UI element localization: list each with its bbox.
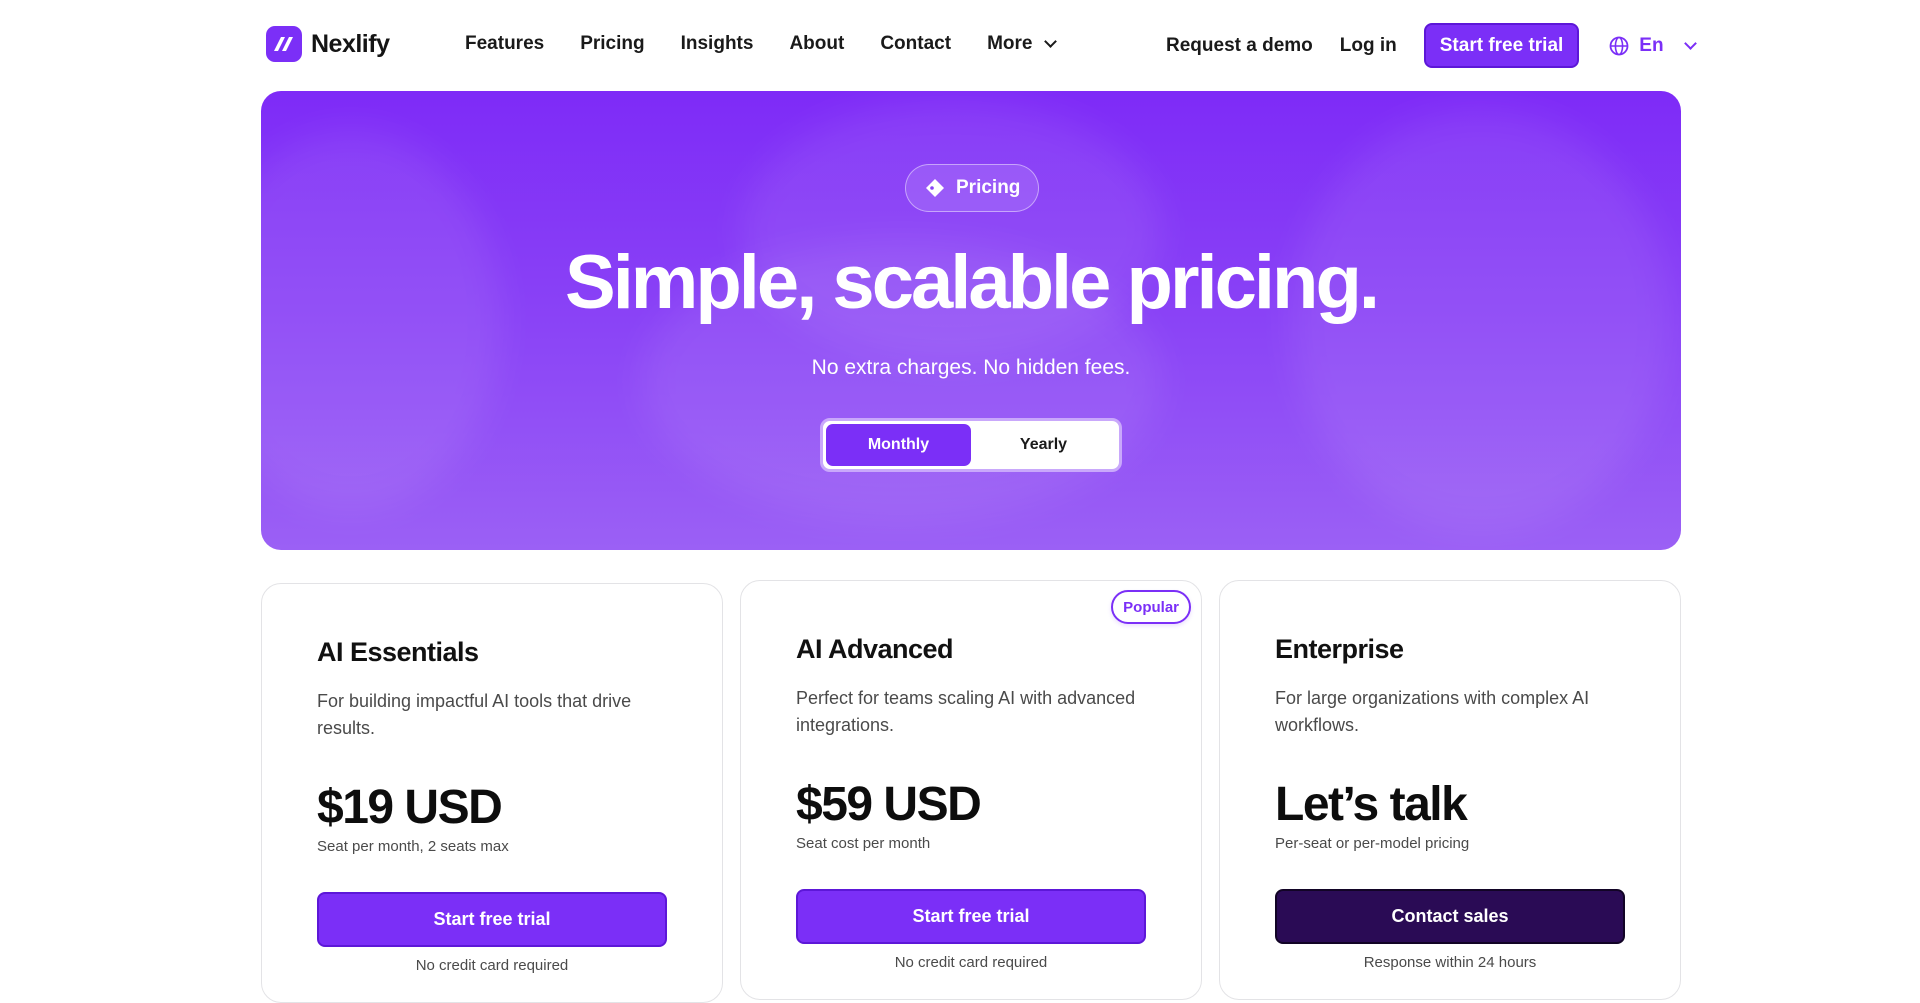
top-navigation: Nexlify Features Pricing Insights About … — [0, 0, 1920, 90]
nav-link-features[interactable]: Features — [465, 33, 544, 55]
plan-price-note: Seat cost per month — [796, 835, 931, 852]
nav-more-label: More — [987, 33, 1033, 54]
price-tag-icon — [926, 179, 944, 197]
plan-cta-note: No credit card required — [894, 954, 1048, 971]
pricing-badge-label: Pricing — [956, 177, 1021, 198]
plan-description: For large organizations with complex AI … — [1275, 688, 1590, 735]
billing-yearly-option[interactable]: Yearly — [971, 424, 1116, 466]
nav-actions: Request a demo Log in Start free trial E… — [1166, 23, 1697, 68]
nav-more-dropdown[interactable]: More — [987, 33, 1058, 55]
brand-name: Nexlify — [311, 29, 390, 58]
billing-period-toggle: Monthly Yearly — [820, 418, 1122, 472]
globe-icon — [1609, 36, 1629, 55]
plan-description: For building impactful AI tools that dri… — [317, 691, 632, 738]
nav-link-contact[interactable]: Contact — [880, 33, 951, 55]
nav-link-pricing[interactable]: Pricing — [580, 33, 644, 55]
brand-logo[interactable]: Nexlify — [266, 26, 390, 62]
pricing-badge: Pricing — [905, 164, 1040, 212]
plan-card-ai-essentials: AI Essentials For building impactful AI … — [261, 583, 723, 1003]
plan-card-enterprise: Enterprise For large organizations with … — [1219, 580, 1681, 1000]
plan-name: AI Essentials — [317, 637, 479, 667]
billing-monthly-option[interactable]: Monthly — [826, 424, 971, 466]
plan-cta-note: Response within 24 hours — [1363, 954, 1537, 971]
main-menu: Features Pricing Insights About Contact … — [465, 33, 1058, 55]
plan-description: Perfect for teams scaling AI with advanc… — [796, 688, 1136, 735]
plan-price: $19 USD — [317, 781, 503, 834]
start-free-trial-button[interactable]: Start free trial — [317, 892, 667, 947]
pricing-hero: Pricing Simple, scalable pricing. No ext… — [261, 91, 1681, 550]
start-free-trial-button[interactable]: Start free trial — [1423, 23, 1580, 68]
nav-link-about[interactable]: About — [789, 33, 844, 55]
plan-price-note: Per-seat or per-model pricing — [1275, 835, 1470, 852]
plan-card-ai-advanced: Popular AI Advanced Perfect for teams sc… — [740, 580, 1202, 1000]
start-free-trial-button[interactable]: Start free trial — [796, 889, 1146, 944]
contact-sales-button[interactable]: Contact sales — [1275, 889, 1625, 944]
login-link[interactable]: Log in — [1340, 35, 1397, 57]
request-demo-link[interactable]: Request a demo — [1166, 35, 1313, 57]
chevron-down-icon — [1044, 35, 1058, 48]
page-title: Simple, scalable pricing. — [565, 240, 1380, 325]
plan-cta-note: No credit card required — [415, 957, 569, 974]
plan-price: Let’s talk — [1275, 778, 1468, 831]
plan-name: AI Advanced — [796, 634, 954, 664]
page-subtitle: No extra charges. No hidden fees. — [811, 356, 1131, 379]
language-label: En — [1639, 34, 1664, 56]
plan-price-note: Seat per month, 2 seats max — [317, 838, 509, 855]
plan-price: $59 USD — [796, 778, 982, 831]
plan-name: Enterprise — [1275, 634, 1404, 664]
logo-mark-icon — [266, 26, 302, 62]
popular-badge: Popular — [1111, 590, 1191, 624]
language-selector[interactable]: En — [1609, 34, 1697, 57]
chevron-down-icon — [1683, 36, 1697, 50]
nav-link-insights[interactable]: Insights — [681, 33, 754, 55]
